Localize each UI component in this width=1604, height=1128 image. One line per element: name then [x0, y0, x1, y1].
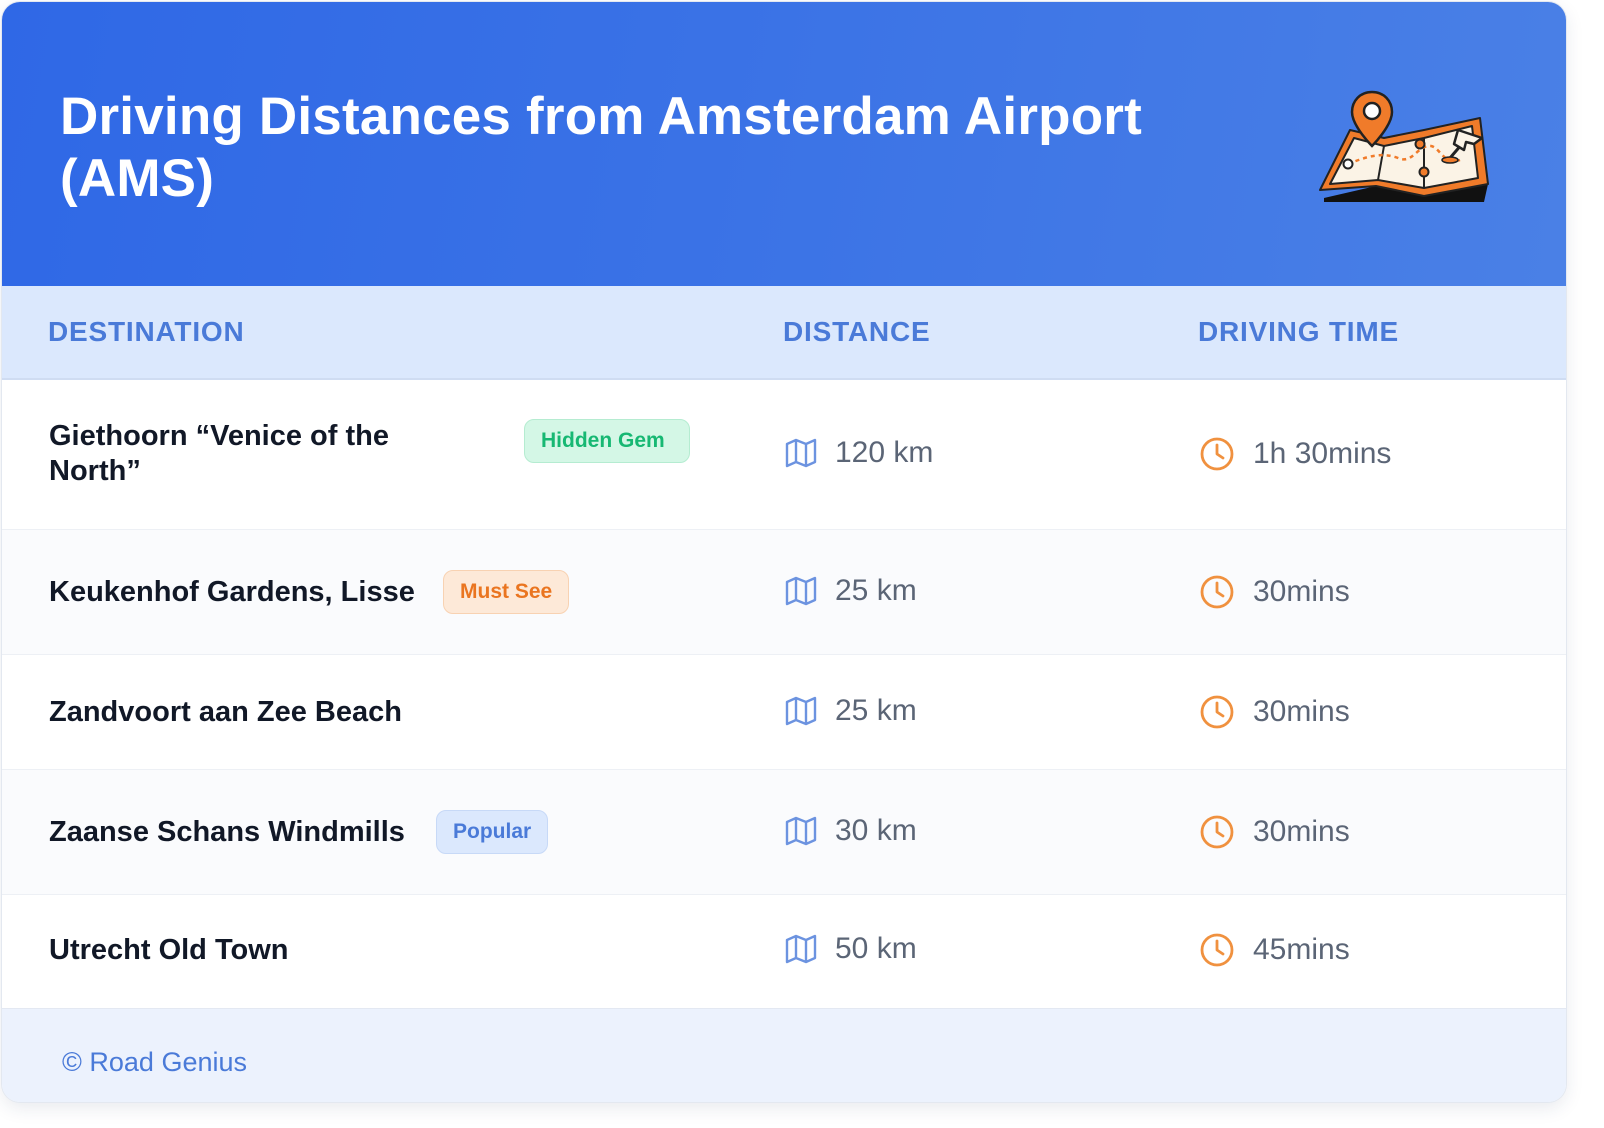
badge-hidden-gem: Hidden Gem [524, 419, 690, 463]
destination-name: Zandvoort aan Zee Beach [49, 696, 402, 728]
destination-name: Utrecht Old Town [49, 934, 289, 966]
distance-value: 120 km [835, 436, 934, 469]
clock-icon [1200, 815, 1234, 849]
map-icon [785, 438, 817, 468]
copyright-text: © Road Genius [62, 1047, 247, 1077]
time-cell: 30mins [1199, 694, 1350, 730]
distance-cell: 30 km [785, 814, 917, 848]
destination-name: Giethoorn “Venice of the North” [49, 420, 389, 487]
table-row: Keukenhof Gardens, Lisse Must See 25 km … [2, 530, 1566, 655]
map-icon [785, 934, 817, 964]
table-header: DESTINATION DISTANCE DRIVING TIME [2, 286, 1566, 380]
column-header-driving-time: DRIVING TIME [1198, 316, 1399, 347]
destination-name: Keukenhof Gardens, Lisse [49, 576, 415, 608]
page-title: Driving Distances from Amsterdam Airport… [60, 87, 1142, 208]
header-banner: Driving Distances from Amsterdam Airport… [2, 2, 1566, 286]
time-cell: 1h 30mins [1199, 436, 1391, 472]
distance-cell: 25 km [785, 574, 917, 608]
column-header-distance: DISTANCE [783, 316, 931, 347]
clock-icon [1200, 695, 1234, 729]
column-header-destination: DESTINATION [48, 316, 245, 347]
destination-name: Zaanse Schans Windmills [49, 816, 405, 848]
table-row: Zaanse Schans Windmills Popular 30 km 30… [2, 770, 1566, 895]
distances-card: Driving Distances from Amsterdam Airport… [2, 2, 1566, 1102]
time-cell: 45mins [1199, 932, 1350, 968]
table-row: Giethoorn “Venice of the North” Hidden G… [2, 379, 1566, 530]
time-value: 45mins [1253, 933, 1350, 966]
clock-icon [1200, 437, 1234, 471]
clock-icon [1200, 575, 1234, 609]
time-cell: 30mins [1199, 814, 1350, 850]
map-icon [785, 816, 817, 846]
distance-value: 50 km [835, 932, 917, 965]
distance-cell: 120 km [785, 436, 933, 470]
time-value: 30mins [1253, 815, 1350, 848]
distance-value: 25 km [835, 694, 917, 727]
map-with-location-pin-icon [1319, 90, 1489, 202]
distance-cell: 50 km [785, 932, 917, 966]
map-icon [785, 576, 817, 606]
clock-icon [1200, 933, 1234, 967]
distance-value: 25 km [835, 574, 917, 607]
map-icon [785, 696, 817, 726]
table-row: Zandvoort aan Zee Beach 25 km 30mins [2, 655, 1566, 770]
table-row: Utrecht Old Town 50 km 45mins [2, 895, 1566, 1007]
time-value: 1h 30mins [1253, 437, 1392, 470]
badge-popular: Popular [436, 810, 549, 854]
time-cell: 30mins [1199, 574, 1350, 610]
time-value: 30mins [1253, 695, 1350, 728]
footer: © Road Genius [2, 1008, 1566, 1102]
time-value: 30mins [1253, 575, 1350, 608]
distance-cell: 25 km [785, 694, 917, 728]
distance-value: 30 km [835, 814, 917, 847]
badge-must-see: Must See [443, 570, 570, 614]
